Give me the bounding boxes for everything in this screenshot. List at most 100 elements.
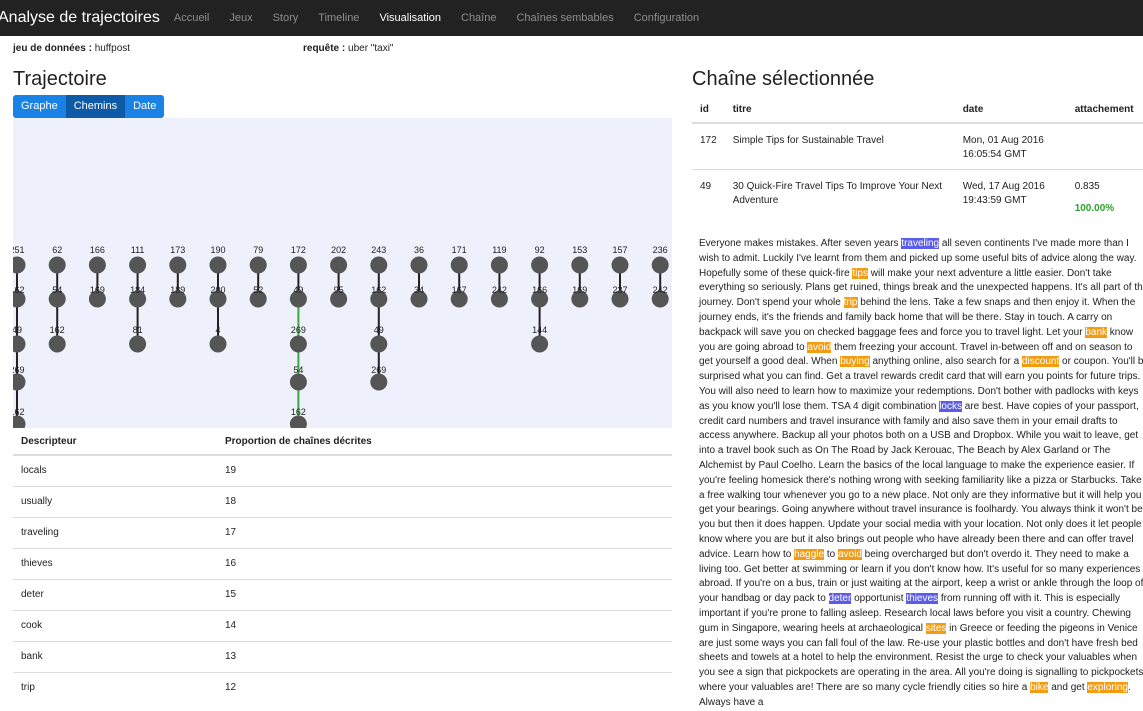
graph-node[interactable] bbox=[209, 335, 227, 353]
table-row[interactable]: bank 13 bbox=[13, 640, 672, 672]
graph-node-label: 162 bbox=[13, 407, 25, 417]
graph-node[interactable] bbox=[13, 256, 26, 274]
table-row[interactable]: deter 15 bbox=[13, 578, 672, 610]
highlight-term[interactable]: avoid bbox=[807, 341, 832, 353]
highlight-term[interactable]: discount bbox=[1022, 356, 1060, 368]
graph-node-label: 157 bbox=[612, 245, 627, 255]
highlight-term[interactable]: avoid bbox=[838, 548, 862, 560]
graph-node[interactable] bbox=[490, 256, 508, 274]
graph-node[interactable] bbox=[129, 256, 147, 274]
graph-node-label: 62 bbox=[52, 245, 62, 255]
graph-node[interactable] bbox=[651, 256, 669, 274]
graph-node-label: 95 bbox=[334, 285, 344, 295]
descriptor-cell: traveling bbox=[13, 516, 217, 548]
graph-node[interactable] bbox=[289, 415, 307, 429]
graph-node-label: 162 bbox=[291, 407, 306, 417]
graph-node[interactable] bbox=[571, 256, 589, 274]
graph-node[interactable] bbox=[611, 256, 629, 274]
chain-header-row: id titre date attachement bbox=[692, 96, 1143, 124]
descriptor-term[interactable]: thieves bbox=[906, 593, 939, 605]
graph-node-label: 202 bbox=[331, 245, 346, 255]
row-id: 172 bbox=[692, 122, 725, 169]
graph-node[interactable] bbox=[13, 335, 26, 353]
table-row[interactable]: cook 14 bbox=[13, 609, 672, 641]
graph-node[interactable] bbox=[370, 256, 388, 274]
descriptor-term[interactable]: deter bbox=[828, 593, 852, 605]
proportion-header: Proportion de chaînes décrites bbox=[217, 428, 672, 456]
graph-node[interactable] bbox=[531, 256, 549, 274]
graph-node[interactable] bbox=[289, 373, 307, 391]
graph-node[interactable] bbox=[410, 256, 428, 274]
descriptor-term[interactable]: traveling bbox=[901, 238, 940, 249]
graph-node[interactable] bbox=[169, 256, 187, 274]
highlight-term[interactable]: haggle bbox=[794, 548, 825, 560]
graph-node[interactable] bbox=[289, 335, 307, 353]
nav-accueil[interactable]: Accueil bbox=[174, 12, 209, 24]
article-text: Everyone makes mistakes. After seven yea… bbox=[699, 237, 1143, 711]
nav-timeline[interactable]: Timeline bbox=[318, 12, 359, 24]
graph-node[interactable] bbox=[289, 256, 307, 274]
table-row[interactable]: traveling 17 bbox=[13, 516, 672, 548]
graph-node-label: 236 bbox=[653, 245, 668, 255]
date-button[interactable]: Date bbox=[125, 95, 165, 118]
highlight-term[interactable]: bank bbox=[1085, 326, 1108, 338]
graph-node-label: 54 bbox=[293, 365, 303, 375]
dataset-info: jeu de données : huffpost bbox=[13, 43, 130, 54]
row-date: Wed, 17 Aug 2016 19:43:59 GMT bbox=[954, 168, 1067, 235]
highlight-term[interactable]: sites bbox=[925, 622, 947, 634]
table-row[interactable]: thieves 16 bbox=[13, 547, 672, 579]
graph-node[interactable] bbox=[209, 256, 227, 274]
graph-node[interactable] bbox=[370, 373, 388, 391]
graph-node[interactable] bbox=[450, 256, 468, 274]
row-attach bbox=[1066, 122, 1143, 169]
graph-node-label: 242 bbox=[653, 285, 668, 295]
graph-node[interactable] bbox=[48, 335, 66, 353]
nav-jeux[interactable]: Jeux bbox=[229, 12, 252, 24]
graph-node-label: 162 bbox=[371, 285, 386, 295]
graph-node-label: 167 bbox=[452, 285, 467, 295]
chemins-button[interactable]: Chemins bbox=[65, 95, 126, 118]
graph-node[interactable] bbox=[13, 373, 26, 391]
descriptor-cell: trip bbox=[13, 671, 217, 703]
graph-node[interactable] bbox=[48, 256, 66, 274]
graph-node-label: 49 bbox=[293, 285, 303, 295]
graph-node-label: 81 bbox=[133, 325, 143, 335]
graph-node-label: 111 bbox=[131, 245, 145, 255]
graph-node-label: 269 bbox=[13, 365, 25, 375]
table-row[interactable]: 172 Simple Tips for Sustainable Travel M… bbox=[692, 122, 1143, 169]
graph-node-label: 189 bbox=[170, 285, 185, 295]
attach-value: 0.835 bbox=[1074, 180, 1100, 192]
graph-node[interactable] bbox=[330, 256, 348, 274]
graph-node[interactable] bbox=[531, 335, 549, 353]
descriptor-cell: locals bbox=[13, 454, 217, 486]
graph-node[interactable] bbox=[370, 335, 388, 353]
descriptor-term[interactable]: locks bbox=[939, 400, 962, 412]
graph-node-label: 173 bbox=[170, 245, 185, 255]
highlight-term[interactable]: exploring bbox=[1087, 681, 1128, 693]
table-row[interactable]: 49 30 Quick-Fire Travel Tips To Improve … bbox=[692, 168, 1143, 235]
nav-visualisation[interactable]: Visualisation bbox=[379, 12, 441, 24]
graph-node[interactable] bbox=[88, 256, 106, 274]
graph-node[interactable] bbox=[249, 256, 267, 274]
highlight-term[interactable]: bike bbox=[1030, 681, 1049, 693]
table-row[interactable]: locals 19 bbox=[13, 454, 672, 486]
highlight-term[interactable]: buying bbox=[840, 356, 870, 368]
graphe-button[interactable]: Graphe bbox=[13, 95, 66, 118]
graph-node[interactable] bbox=[129, 335, 147, 353]
table-row[interactable]: usually 18 bbox=[13, 485, 672, 517]
highlight-term[interactable]: trip bbox=[843, 297, 858, 309]
nav-story[interactable]: Story bbox=[273, 12, 299, 24]
attach-pct: 100.00% bbox=[1074, 202, 1115, 214]
graph-node-label: 269 bbox=[371, 365, 386, 375]
graph-node-label: 49 bbox=[374, 325, 384, 335]
graph-node[interactable] bbox=[13, 415, 26, 429]
brand[interactable]: Analyse de trajectoires bbox=[0, 9, 160, 27]
table-row[interactable]: trip 12 bbox=[13, 671, 672, 703]
graph-node-label: 166 bbox=[532, 285, 547, 295]
highlight-term[interactable]: tips bbox=[852, 267, 868, 279]
descriptor-header: Descripteur bbox=[13, 428, 217, 456]
nav-configuration[interactable]: Configuration bbox=[634, 12, 699, 24]
nav-chaines-sembables[interactable]: Chaînes sembables bbox=[516, 12, 613, 24]
graph-node-label: 190 bbox=[210, 245, 225, 255]
nav-chaine[interactable]: Chaîne bbox=[461, 12, 496, 24]
